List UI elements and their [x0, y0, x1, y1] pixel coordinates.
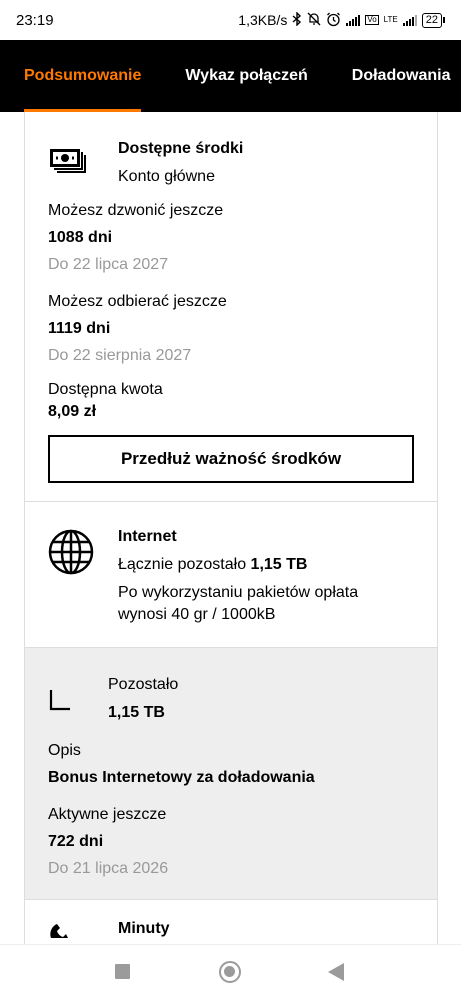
funds-card: Dostępne środki Konto główne Możesz dzwo… [25, 112, 437, 502]
alarm-icon [326, 12, 341, 29]
bonus-desc-value: Bonus Internetowy za doładowania [48, 769, 315, 786]
tab-doladowania[interactable]: Doładowania [330, 40, 461, 112]
signal-icon [346, 14, 361, 26]
tab-podsumowanie[interactable]: Podsumowanie [0, 40, 163, 112]
back-button[interactable] [328, 963, 344, 981]
signal-2-icon [402, 14, 417, 26]
home-button[interactable] [219, 961, 241, 983]
receive-until: Do 22 sierpnia 2027 [48, 347, 192, 364]
battery-icon: 22 [421, 12, 445, 28]
status-icons: 1,3KB/s Vo LTE 22 [238, 11, 445, 29]
bonus-active-label: Aktywne jeszcze [48, 806, 167, 823]
bonus-active-until: Do 21 lipca 2026 [48, 860, 169, 877]
content-scroll[interactable]: Dostępne środki Konto główne Możesz dzwo… [24, 112, 438, 944]
tab-bar: Podsumowanie Wykaz połączeń Doładowania [0, 40, 461, 112]
receive-label: Możesz odbierać jeszcze [48, 293, 227, 310]
globe-icon [48, 529, 94, 575]
internet-remaining: Łącznie pozostało 1,15 TB [118, 554, 358, 576]
internet-remaining-value: 1,15 TB [250, 556, 308, 573]
extend-validity-button[interactable]: Przedłuż ważność środków [48, 435, 414, 483]
internet-fee-line2: wynosi 40 gr / 1000kB [118, 606, 276, 623]
funds-title: Dostępne środki [118, 140, 244, 157]
bonus-remaining-value: 1,15 TB [108, 704, 165, 721]
internet-title: Internet [118, 528, 177, 545]
volte-icon: Vo [365, 15, 379, 25]
funds-subtitle: Konto główne [118, 168, 215, 185]
system-nav-bar [0, 944, 461, 999]
receive-value: 1119 dni [48, 320, 111, 337]
internet-card[interactable]: Internet Łącznie pozostało 1,15 TB Po wy… [25, 502, 437, 648]
mute-bell-icon [307, 12, 321, 28]
call-value: 1088 dni [48, 229, 113, 246]
battery-level: 22 [421, 12, 442, 28]
minutes-card[interactable]: Minuty [25, 900, 437, 944]
corner-icon [48, 688, 84, 728]
bonus-card: Pozostało 1,15 TB Opis Bonus Internetowy… [25, 648, 437, 900]
call-label: Możesz dzwonić jeszcze [48, 202, 224, 219]
amount-value: 8,09 zł [48, 403, 97, 420]
network-speed: 1,3KB/s [238, 12, 288, 28]
money-icon [48, 143, 94, 183]
bonus-desc-label: Opis [48, 742, 81, 759]
tab-wykaz-polaczen[interactable]: Wykaz połączeń [163, 40, 329, 112]
phone-icon [48, 922, 94, 944]
lte-label: LTE [383, 15, 398, 24]
minutes-title: Minuty [118, 920, 170, 937]
recents-button[interactable] [115, 964, 130, 979]
call-until: Do 22 lipca 2027 [48, 256, 169, 273]
amount-label: Dostępna kwota [48, 381, 163, 398]
status-bar: 23:19 1,3KB/s Vo LTE 22 [0, 0, 461, 40]
internet-fee-line1: Po wykorzystaniu pakietów opłata [118, 584, 359, 601]
bonus-remaining-label: Pozostało [108, 676, 179, 693]
internet-remaining-label: Łącznie pozostało [118, 556, 247, 573]
bonus-active-value: 722 dni [48, 833, 104, 850]
bluetooth-icon [292, 11, 302, 28]
status-time: 23:19 [16, 11, 54, 29]
